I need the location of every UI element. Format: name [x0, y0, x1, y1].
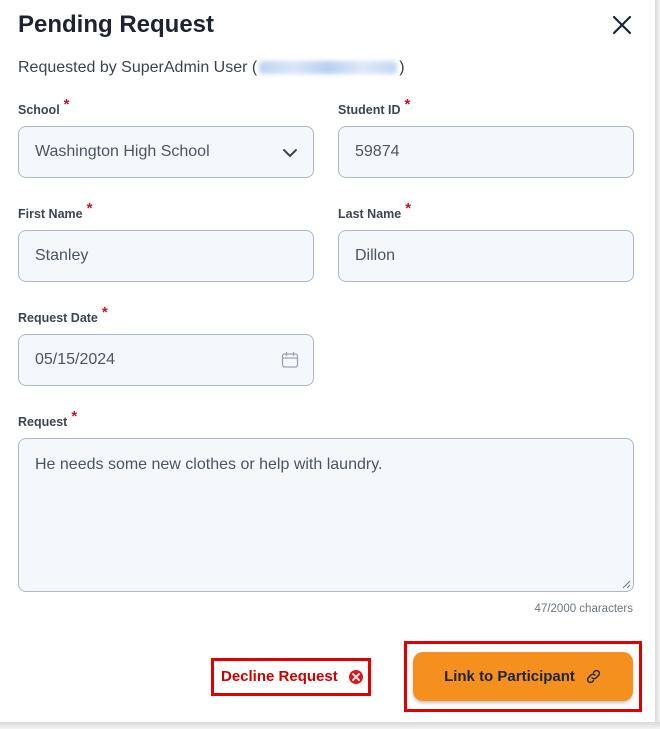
request-date-label-text: Request Date [18, 311, 98, 325]
pending-request-modal: Pending Request Requested by SuperAdmin … [0, 0, 655, 722]
student-id-label-text: Student ID [338, 103, 401, 117]
link-icon [586, 669, 601, 684]
window-shadow-right [655, 0, 660, 729]
school-select[interactable]: Washington High School [18, 126, 314, 178]
link-to-participant-label: Link to Participant [444, 668, 575, 685]
request-date-input[interactable]: 05/15/2024 [18, 334, 314, 386]
last-name-value: Dillon [355, 247, 396, 264]
school-select-value: Washington High School [35, 143, 210, 160]
request-label: Request * [18, 408, 77, 430]
close-icon [612, 15, 632, 35]
close-button[interactable] [609, 12, 635, 38]
character-counter: 47/2000 characters [534, 603, 633, 615]
first-name-input[interactable]: Stanley [18, 230, 314, 282]
required-asterisk: * [71, 408, 78, 425]
required-asterisk: * [101, 304, 108, 321]
link-to-participant-button[interactable]: Link to Participant [413, 652, 633, 701]
calendar-icon[interactable] [281, 351, 299, 369]
x-circle-icon [348, 669, 363, 684]
modal-title: Pending Request [18, 11, 215, 38]
decline-request-button[interactable]: Decline Request [221, 668, 363, 685]
chevron-down-icon [283, 149, 297, 157]
resize-grip-icon[interactable] [622, 580, 631, 589]
last-name-label: Last Name * [338, 200, 411, 222]
redacted-email [259, 61, 398, 75]
first-name-label: First Name * [18, 200, 92, 222]
request-date-value: 05/15/2024 [35, 351, 116, 368]
request-textarea[interactable]: He needs some new clothes or help with l… [18, 438, 634, 592]
required-asterisk: * [404, 96, 411, 113]
school-label-text: School [18, 103, 60, 117]
required-asterisk: * [405, 200, 412, 217]
first-name-value: Stanley [35, 247, 89, 264]
school-label: School * [18, 96, 70, 118]
required-asterisk: * [86, 200, 93, 217]
window-shadow-bottom [0, 722, 660, 729]
request-label-text: Request [18, 415, 68, 429]
student-id-input[interactable]: 59874 [338, 126, 634, 178]
decline-request-label: Decline Request [221, 668, 338, 685]
last-name-label-text: Last Name [338, 207, 402, 221]
student-id-label: Student ID * [338, 96, 410, 118]
requested-by-text: Requested by SuperAdmin User () [18, 59, 405, 77]
last-name-input[interactable]: Dillon [338, 230, 634, 282]
request-textarea-value: He needs some new clothes or help with l… [35, 456, 383, 473]
student-id-value: 59874 [355, 143, 400, 160]
requested-by-prefix: Requested by SuperAdmin User ( [18, 59, 258, 76]
required-asterisk: * [63, 96, 70, 113]
request-date-label: Request Date * [18, 304, 108, 326]
first-name-label-text: First Name [18, 207, 83, 221]
requested-by-suffix: ) [399, 59, 405, 76]
